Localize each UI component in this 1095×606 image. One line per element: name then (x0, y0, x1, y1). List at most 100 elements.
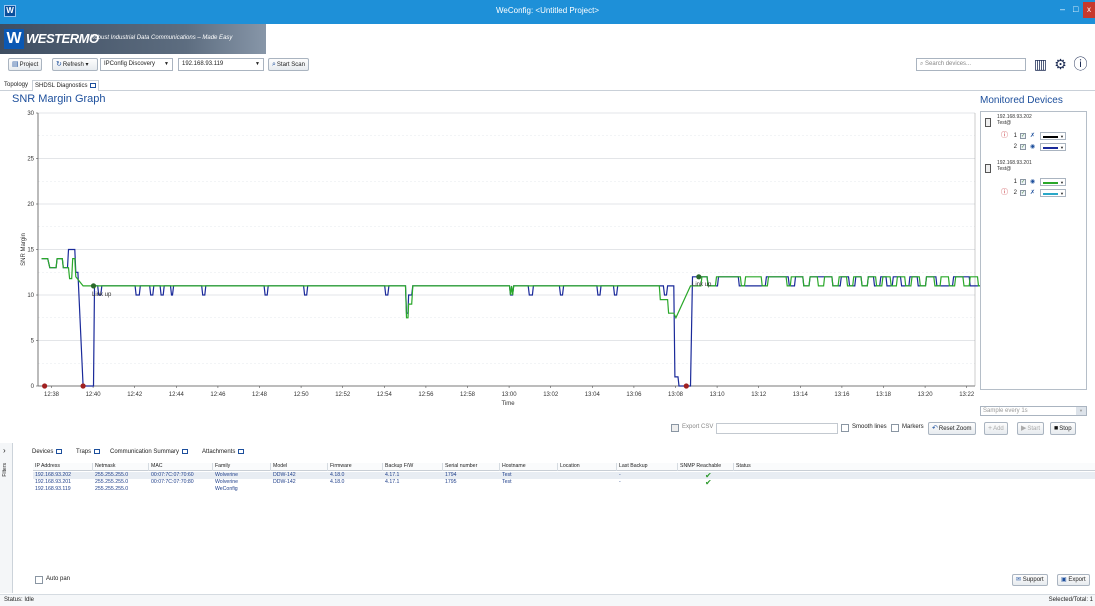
window-title-bar: W WeConfig: <Untitled Project> – □ x (0, 0, 1095, 24)
port-enabled-checkbox[interactable]: ✓ (1020, 179, 1026, 185)
tab-topology[interactable]: Topology (2, 80, 30, 91)
data-marker (42, 383, 48, 389)
brand-tagline: Robust Industrial Data Communications – … (90, 35, 233, 41)
start-button[interactable]: ▶Start (1017, 422, 1045, 435)
tab-devices[interactable]: Devices (32, 446, 63, 458)
start-scan-button[interactable]: ⌕Start Scan (268, 58, 309, 71)
monitored-devices-list: 192.168.93.202 Test@ ⓘ 1 ✓ ✗ ▼ 2 ✓ ◉ ▼ 19… (980, 111, 1087, 390)
link-up-annotation: Link up (92, 292, 112, 298)
eye-icon: ◉ (1030, 179, 1036, 185)
smooth-lines-checkbox[interactable] (841, 424, 849, 432)
export-csv-label: Export CSV (682, 424, 714, 430)
table-cell: 255.255.255.0 (95, 486, 129, 492)
warning-icon: ⓘ (1001, 189, 1008, 196)
column-header[interactable]: Serial number (445, 463, 477, 470)
port-enabled-checkbox[interactable]: ✓ (1020, 190, 1026, 196)
column-header[interactable]: Backup F/W (385, 463, 413, 470)
export-button[interactable]: ▣ Export (1057, 574, 1090, 586)
filters-panel-toggle[interactable]: › Filters (0, 443, 13, 593)
port-enabled-checkbox[interactable]: ✓ (1020, 144, 1026, 150)
column-header[interactable]: Status (736, 463, 751, 470)
column-divider (270, 463, 271, 471)
snr-margin-chart[interactable]: 0 5 10 15 20 25 30 12:38 12:40 12:42 12:44 12:46 12:… (0, 108, 985, 418)
x-axis-label: Time (501, 401, 515, 407)
reset-zoom-button[interactable]: ↶Reset Zoom (928, 422, 976, 435)
line-color-select[interactable]: ▼ (1040, 132, 1066, 140)
table-row[interactable]: 192.168.93.119 255.255.255.0 WeConfig (33, 486, 1095, 493)
tab-attachments[interactable]: Attachments (202, 446, 245, 458)
line-color-select[interactable]: ▼ (1040, 178, 1066, 186)
color-swatch (1043, 136, 1058, 138)
start-scan-label: Start Scan (276, 62, 305, 68)
column-header[interactable]: Netmask (95, 463, 115, 470)
link-down-icon: ✗ (1030, 190, 1036, 196)
column-header[interactable]: IP Address (35, 463, 60, 470)
discovery-method-select[interactable]: IPConfig Discovery ▼ (100, 58, 173, 71)
sample-label: Sample every 1s (983, 408, 1028, 414)
chart-annotations: Link up Link up (92, 282, 712, 298)
column-header[interactable]: MAC (151, 463, 163, 470)
window-title: WeConfig: <Untitled Project> (495, 6, 599, 15)
x-tick-label: 12:38 (44, 392, 60, 398)
popout-icon[interactable] (56, 448, 63, 454)
column-header[interactable]: Last Backup (619, 463, 648, 470)
chevron-down-icon: ▼ (1060, 191, 1064, 196)
markers-checkbox[interactable] (891, 424, 899, 432)
maximize-button[interactable]: □ (1073, 4, 1078, 14)
column-header[interactable]: SNMP Reachable (680, 463, 721, 470)
play-icon: ▶ (1021, 425, 1027, 432)
table-cell: 255.255.255.0 (95, 472, 129, 478)
status-bar: Status: Idle Selected/Total: 1 (0, 594, 1095, 606)
tab-communication-summary[interactable]: Communication Summary (110, 446, 189, 458)
export-csv-path-input[interactable] (716, 423, 838, 434)
x-tick-label: 12:44 (169, 392, 185, 398)
stop-button[interactable]: ■Stop (1050, 422, 1076, 435)
view-tabs: Topology SHDSL Diagnostics (0, 79, 1095, 91)
info-icon[interactable]: ⓘ (1072, 56, 1089, 73)
x-tick-label: 12:58 (460, 392, 476, 398)
column-header[interactable]: Firmware (330, 463, 352, 470)
column-header[interactable]: Family (215, 463, 230, 470)
search-devices-input[interactable]: ⌕ Search devices... (916, 58, 1026, 71)
minimize-button[interactable]: – (1060, 4, 1065, 14)
support-button[interactable]: ✉ Support (1012, 574, 1048, 586)
add-button[interactable]: +Add (984, 422, 1008, 435)
chart-axes: 0 5 10 15 20 25 30 12:38 12:40 12:42 12:44 12:46 12:… (21, 111, 976, 407)
tab-traps[interactable]: Traps (76, 446, 101, 458)
table-row[interactable]: 192.168.93.202 255.255.255.0 00:07:7C:07:7… (33, 472, 1095, 480)
project-menu-button[interactable]: ▤Project (8, 58, 43, 71)
popout-icon[interactable] (182, 448, 189, 454)
popout-icon[interactable] (238, 448, 245, 454)
discovery-label: IPConfig Discovery (104, 61, 156, 67)
popout-icon[interactable] (90, 82, 97, 88)
filters-label: Filters (2, 463, 8, 477)
plus-icon: + (988, 425, 993, 432)
x-tick-label: 12:42 (127, 392, 143, 398)
popout-icon[interactable] (94, 448, 101, 454)
refresh-button[interactable]: ↻Refresh ▾ (52, 58, 98, 71)
auto-pan-checkbox[interactable] (35, 576, 43, 584)
column-header[interactable]: Model (273, 463, 287, 470)
add-label: Add (993, 426, 1004, 432)
tab-shdsl-diagnostics[interactable]: SHDSL Diagnostics (32, 80, 100, 91)
line-color-select[interactable]: ▼ (1040, 143, 1066, 151)
close-button[interactable]: x (1083, 2, 1095, 18)
sample-interval-select[interactable]: Sample every 1s ▼ (980, 406, 1087, 416)
status-text: Status: Idle (4, 597, 35, 603)
port-enabled-checkbox[interactable]: ✓ (1020, 133, 1026, 139)
table-cell: Test (502, 479, 512, 485)
line-color-select[interactable]: ▼ (1040, 189, 1066, 197)
column-header[interactable]: Location (560, 463, 580, 470)
y-tick-label: 30 (27, 111, 34, 117)
x-tick-label: 13:02 (543, 392, 559, 398)
column-header[interactable]: Hostname (502, 463, 526, 470)
table-cell: 192.168.93.201 (35, 479, 72, 485)
gear-icon[interactable]: ⚙ (1052, 56, 1069, 73)
x-tick-label: 13:12 (751, 392, 767, 398)
ip-address-select[interactable]: 192.168.93.119 ▼ (178, 58, 264, 71)
table-row[interactable]: 192.168.93.201 255.255.255.0 00:07:7C:07:7… (33, 479, 1095, 487)
y-tick-label: 10 (27, 293, 34, 299)
map-icon[interactable]: ▥ (1032, 56, 1049, 73)
tab-topology-label: Topology (4, 82, 29, 88)
export-csv-checkbox[interactable] (671, 424, 679, 432)
